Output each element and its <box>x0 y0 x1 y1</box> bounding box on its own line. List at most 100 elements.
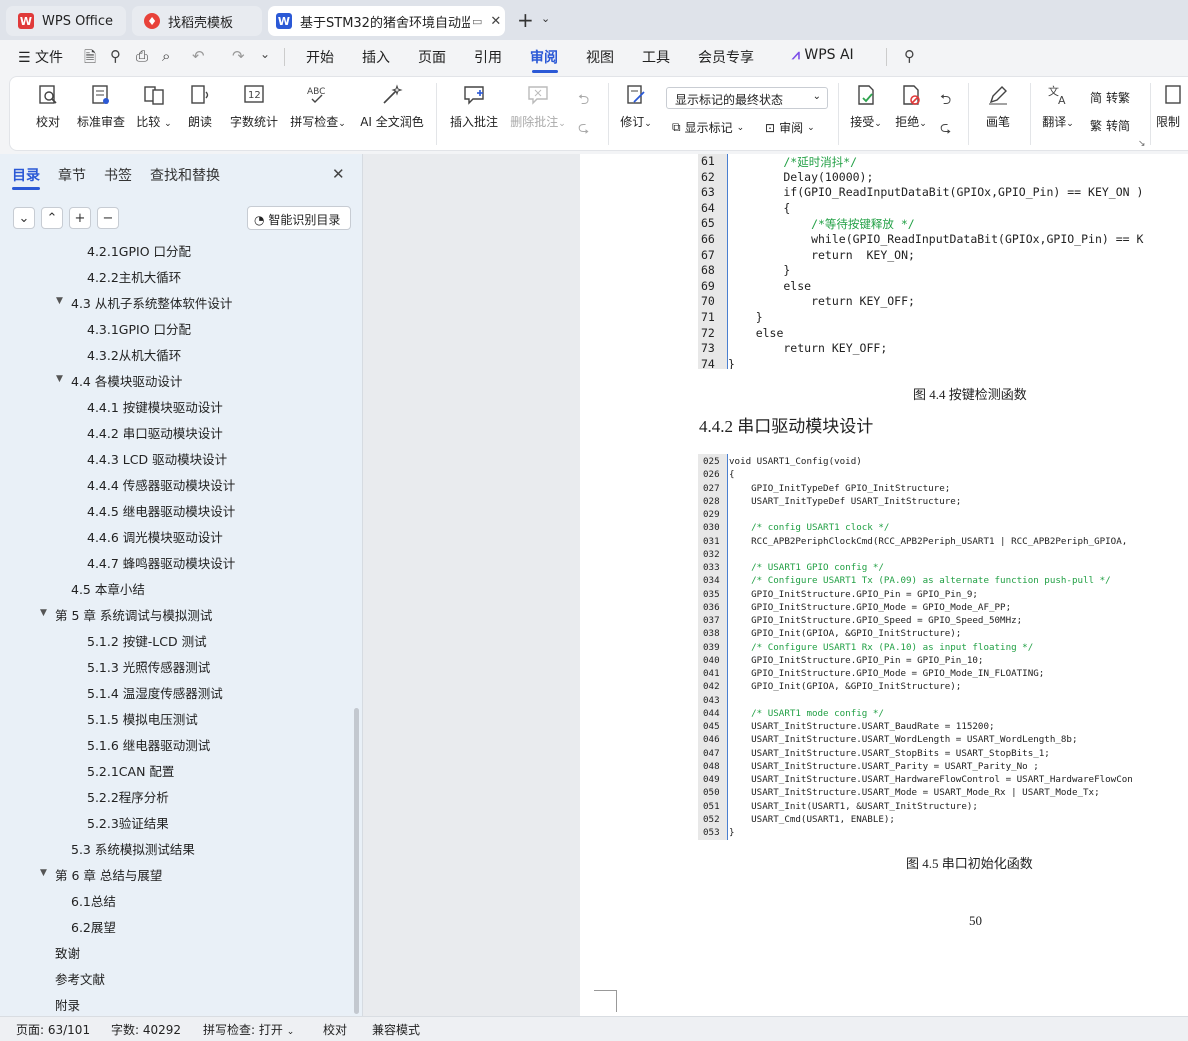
expand-triangle-icon[interactable]: ▼ <box>56 374 63 384</box>
prev-change-icon[interactable]: ⮌ <box>940 89 951 113</box>
toc-item[interactable]: 4.2.1GPIO 口分配 <box>87 241 191 260</box>
toc-item[interactable]: 4.3.2从机大循环 <box>87 345 181 364</box>
preview-icon[interactable]: ⌕ <box>162 47 170 65</box>
tab-find-replace[interactable]: 查找和替换 <box>150 165 220 185</box>
prev-comment-icon[interactable]: ⮌ <box>578 89 589 113</box>
to-simplified-button[interactable]: 繁转简 <box>1090 117 1130 134</box>
redo-icon[interactable]: ↷ <box>232 47 245 65</box>
toc-item[interactable]: 第 5 章 系统调试与模拟测试 <box>55 605 212 624</box>
toc-item[interactable]: 附录 <box>55 995 80 1014</box>
toc-item[interactable]: 5.2.3验证结果 <box>87 813 169 832</box>
markup-select[interactable]: 显示标记的最终状态 ⌄ <box>666 87 828 109</box>
tab-docer[interactable]: ♦ 找稻壳模板 <box>132 6 262 36</box>
word-count[interactable]: 字数: 40292 <box>111 1021 181 1038</box>
review-pane-button[interactable]: ⊡ 审阅 ⌄ <box>765 119 815 136</box>
add-heading-button[interactable]: + <box>69 207 91 229</box>
tab-toc[interactable]: 目录 <box>12 165 40 185</box>
print-icon[interactable]: ⎙ <box>136 47 148 65</box>
save-icon[interactable]: 🗎 <box>84 47 96 72</box>
tab-wps-office[interactable]: W WPS Office <box>6 6 126 36</box>
remove-heading-button[interactable]: − <box>97 207 119 229</box>
accept-button[interactable]: 接受⌄ <box>842 83 890 130</box>
chevron-down-icon[interactable]: ⌄ <box>260 47 270 61</box>
menu-reference[interactable]: 引用 <box>474 47 502 67</box>
page-indicator[interactable]: 页面: 63/101 <box>16 1021 90 1038</box>
toc-item[interactable]: 5.2.2程序分析 <box>87 787 169 806</box>
chevron-down-icon[interactable]: ⌄ <box>541 12 550 25</box>
restrict-button[interactable]: 限制 <box>1156 83 1188 130</box>
translate-button[interactable]: 文A 翻译⌄ <box>1034 83 1082 130</box>
toc-item[interactable]: 4.4.6 调光模块驱动设计 <box>87 527 223 546</box>
toc-item[interactable]: 6.2展望 <box>71 917 116 936</box>
toc-item[interactable]: 4.3.1GPIO 口分配 <box>87 319 191 338</box>
search-icon[interactable]: ⚲ <box>904 47 915 65</box>
spell-check-status[interactable]: 拼写检查: 打开 ⌄ <box>203 1021 294 1038</box>
share-icon[interactable]: ⚲ <box>110 47 121 65</box>
toc-item[interactable]: 4.3 从机子系统整体软件设计 <box>71 293 232 312</box>
menu-review[interactable]: 审阅 <box>530 47 558 67</box>
close-icon[interactable]: ✕ <box>490 14 501 29</box>
smart-toc-button[interactable]: ◔ 智能识别目录 <box>247 206 351 230</box>
toc-item[interactable]: 5.1.4 温湿度传感器测试 <box>87 683 223 702</box>
toc-item[interactable]: 4.4.2 串口驱动模块设计 <box>87 423 223 442</box>
toc-item[interactable]: 4.4.7 蜂鸣器驱动模块设计 <box>87 553 235 572</box>
undo-icon[interactable]: ↶ <box>192 47 205 65</box>
read-aloud-button[interactable]: 朗读 <box>170 83 230 130</box>
next-change-icon[interactable]: ⮎ <box>940 117 951 141</box>
toc-item[interactable]: 5.1.2 按键-LCD 测试 <box>87 631 207 650</box>
collapse-button[interactable]: ⌄ <box>13 207 35 229</box>
next-comment-icon[interactable]: ⮎ <box>578 117 589 141</box>
proof-status[interactable]: 校对 <box>323 1021 347 1038</box>
expand-triangle-icon[interactable]: ▼ <box>56 296 63 306</box>
toc-item[interactable]: 4.4.5 继电器驱动模块设计 <box>87 501 235 520</box>
document-page[interactable]: 61 /*延时消抖*/ 62 Delay(10000); 63 if(GPIO_Re… <box>580 154 1188 1016</box>
toc-item[interactable]: 5.3 系统模拟测试结果 <box>71 839 195 858</box>
word-count-button[interactable]: 12 字数统计 <box>223 83 285 130</box>
menu-page[interactable]: 页面 <box>418 47 446 67</box>
menu-member[interactable]: 会员专享 <box>698 47 754 67</box>
toc-item[interactable]: 5.1.6 继电器驱动测试 <box>87 735 210 754</box>
menu-insert[interactable]: 插入 <box>362 47 390 67</box>
toc-item[interactable]: 5.1.5 模拟电压测试 <box>87 709 198 728</box>
reject-button[interactable]: 拒绝⌄ <box>887 83 935 130</box>
tab-document[interactable]: W 基于STM32的猪舍环境自动监 ▭ ✕ <box>268 6 505 36</box>
toc-item[interactable]: 4.4.1 按键模块驱动设计 <box>87 397 223 416</box>
toc-item[interactable]: 4.5 本章小结 <box>71 579 145 598</box>
toc-item[interactable]: 6.1总结 <box>71 891 116 910</box>
menu-start[interactable]: 开始 <box>306 47 334 67</box>
revise-button[interactable]: 修订⌄ <box>612 83 660 130</box>
spell-check-button[interactable]: ABC 拼写检查⌄ <box>284 83 352 130</box>
monitor-icon[interactable]: ▭ <box>472 15 482 28</box>
ai-polish-button[interactable]: AI 全文润色 <box>356 83 428 130</box>
wps-ai-button[interactable]: ⩘ WPS AI <box>792 47 854 63</box>
toc-item[interactable]: 4.2.2主机大循环 <box>87 267 181 286</box>
toc-item[interactable]: 4.4.4 传感器驱动模块设计 <box>87 475 235 494</box>
toc-item[interactable]: 5.1.3 光照传感器测试 <box>87 657 210 676</box>
toc-item[interactable]: 4.4 各模块驱动设计 <box>71 371 182 390</box>
toc-item[interactable]: 参考文献 <box>55 969 105 988</box>
file-menu[interactable]: ☰ 文件 <box>18 47 63 67</box>
toc-item[interactable]: 致谢 <box>55 943 80 962</box>
tab-bookmarks[interactable]: 书签 <box>104 165 132 185</box>
expand-triangle-icon[interactable]: ▼ <box>40 868 47 878</box>
standard-review-button[interactable]: 标准审查 <box>71 83 131 130</box>
tab-chapters[interactable]: 章节 <box>58 165 86 185</box>
toc-item[interactable]: 5.2.1CAN 配置 <box>87 761 174 780</box>
toc-item[interactable]: 4.4.3 LCD 驱动模块设计 <box>87 449 227 468</box>
menu-tools[interactable]: 工具 <box>642 47 670 67</box>
expand-group-icon[interactable]: ↘ <box>1138 139 1146 149</box>
pen-button[interactable]: 画笔 <box>972 83 1024 130</box>
show-markup-button[interactable]: ⧉ 显示标记 ⌄ <box>672 119 744 136</box>
proof-button[interactable]: 校对 <box>18 83 78 130</box>
expand-triangle-icon[interactable]: ▼ <box>40 608 47 618</box>
scrollbar[interactable] <box>354 708 359 1014</box>
new-tab-icon[interactable]: + <box>517 8 534 32</box>
insert-comment-button[interactable]: 插入批注 <box>442 83 506 130</box>
to-traditional-button[interactable]: 简转繁 <box>1090 89 1130 106</box>
delete-comment-button[interactable]: 删除批注⌄ <box>504 83 572 130</box>
close-icon[interactable]: ✕ <box>332 165 345 183</box>
read-aloud-label: 朗读 <box>187 115 212 129</box>
toc-item[interactable]: 第 6 章 总结与展望 <box>55 865 162 884</box>
menu-view[interactable]: 视图 <box>586 47 614 67</box>
expand-button[interactable]: ⌃ <box>41 207 63 229</box>
